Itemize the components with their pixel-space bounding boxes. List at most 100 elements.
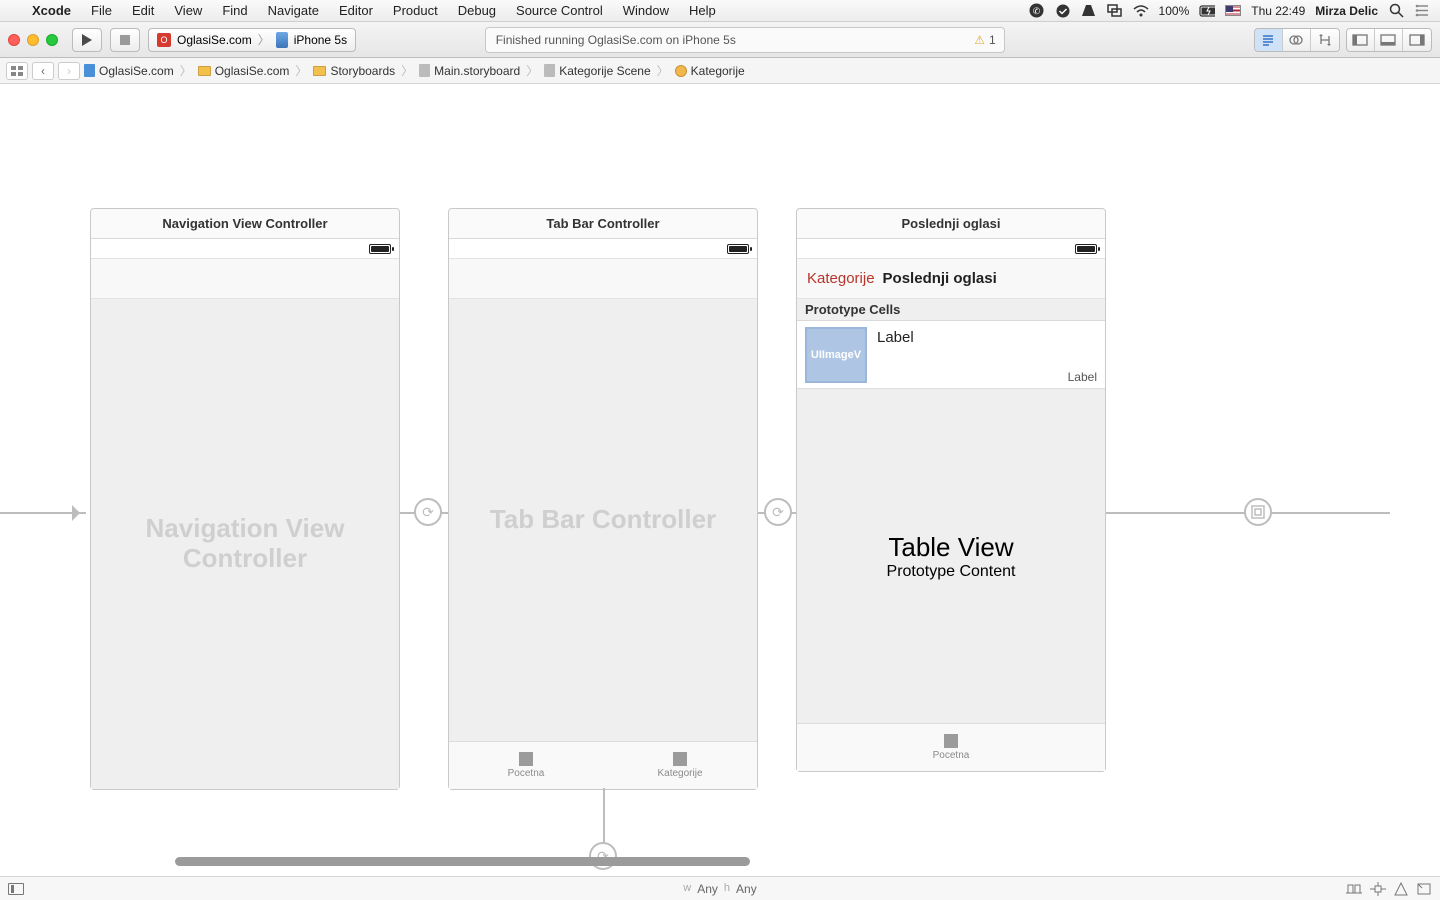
scene-body: Navigation View Controller <box>91 299 399 789</box>
toggle-navigator-icon[interactable] <box>1347 29 1375 51</box>
menu-product[interactable]: Product <box>383 3 448 18</box>
segue-embed-icon[interactable] <box>1244 498 1272 526</box>
breadcrumb-project[interactable]: OglasiSe.com <box>84 64 174 78</box>
panel-toggle-segmented[interactable] <box>1346 28 1432 52</box>
tab-icon <box>944 734 958 748</box>
menu-navigate[interactable]: Navigate <box>258 3 329 18</box>
scene-statusbar <box>449 239 757 259</box>
menu-editor[interactable]: Editor <box>329 3 383 18</box>
minimize-button[interactable] <box>27 34 39 46</box>
jump-bar: ‹ › OglasiSe.com〉 OglasiSe.com〉 Storyboa… <box>0 58 1440 84</box>
battery-icon[interactable] <box>1199 3 1215 19</box>
segue-icon[interactable]: ⟳ <box>414 498 442 526</box>
resizing-button[interactable] <box>1416 882 1432 896</box>
menu-find[interactable]: Find <box>212 3 257 18</box>
scene-body: Tab Bar Controller <box>449 299 757 741</box>
nav-back-button[interactable]: Kategorije <box>807 270 875 287</box>
menu-view[interactable]: View <box>164 3 212 18</box>
breadcrumb-object[interactable]: Kategorije <box>675 64 745 78</box>
close-button[interactable] <box>8 34 20 46</box>
menu-debug[interactable]: Debug <box>448 3 506 18</box>
version-editor-icon[interactable] <box>1311 29 1339 51</box>
tab-item-pocetna[interactable]: Pocetna <box>797 724 1105 771</box>
stop-button[interactable] <box>110 28 140 52</box>
pin-button[interactable] <box>1370 882 1386 896</box>
back-button[interactable]: ‹ <box>32 62 54 80</box>
tab-item-pocetna[interactable]: Pocetna <box>449 742 603 789</box>
horizontal-scrollbar[interactable] <box>175 857 750 866</box>
scene-poslednji-oglasi[interactable]: Poslednji oglasi Kategorije Poslednji og… <box>796 208 1106 772</box>
scene-navigation-controller[interactable]: Navigation View Controller Navigation Vi… <box>90 208 400 790</box>
breadcrumb-file[interactable]: Main.storyboard <box>419 64 520 78</box>
menu-file[interactable]: File <box>81 3 122 18</box>
size-class-w: Any <box>697 882 718 896</box>
size-class-control[interactable]: wAny hAny <box>683 882 756 896</box>
placeholder-text: Table View <box>888 532 1013 563</box>
app-name[interactable]: Xcode <box>22 3 81 18</box>
wifi-icon[interactable] <box>1133 3 1149 19</box>
breadcrumb-scene[interactable]: Kategorije Scene <box>544 64 650 78</box>
menu-help[interactable]: Help <box>679 3 726 18</box>
toggle-debug-icon[interactable] <box>1375 29 1403 51</box>
battery-percent: 100% <box>1159 4 1190 18</box>
issues-indicator[interactable]: ⚠1 <box>974 33 995 47</box>
related-items-button[interactable] <box>6 62 28 80</box>
project-icon <box>84 64 95 77</box>
storyboard-canvas[interactable]: Navigation View Controller Navigation Vi… <box>0 84 1440 876</box>
menu-window[interactable]: Window <box>613 3 679 18</box>
status-icon[interactable] <box>1055 3 1071 19</box>
macos-menubar: Xcode File Edit View Find Navigate Edito… <box>0 0 1440 22</box>
segue-icon[interactable]: ⟳ <box>764 498 792 526</box>
tab-icon <box>519 752 533 766</box>
viewcontroller-icon <box>675 65 687 77</box>
cell-title-label[interactable]: Label <box>877 329 914 346</box>
uiimageview-placeholder[interactable]: UIImageV <box>805 327 867 383</box>
document-outline-toggle[interactable] <box>8 883 24 895</box>
scene-tab-bar-controller[interactable]: Tab Bar Controller Tab Bar Controller Po… <box>448 208 758 790</box>
spotlight-icon[interactable] <box>1388 3 1404 19</box>
menu-source-control[interactable]: Source Control <box>506 3 613 18</box>
tab-icon <box>673 752 687 766</box>
flag-icon[interactable] <box>1225 5 1241 16</box>
scene-icon <box>544 64 555 77</box>
toggle-utilities-icon[interactable] <box>1403 29 1431 51</box>
resolve-issues-button[interactable] <box>1394 882 1408 896</box>
align-button[interactable] <box>1346 882 1362 896</box>
forward-button[interactable]: › <box>58 62 80 80</box>
storyboard-entry-arrow[interactable] <box>0 512 86 514</box>
tab-item-kategorije[interactable]: Kategorije <box>603 742 757 789</box>
xcode-toolbar: O OglasiSe.com 〉 iPhone 5s Finished runn… <box>0 22 1440 58</box>
scene-statusbar <box>91 239 399 259</box>
scene-tabbar: Pocetna Kategorije <box>449 741 757 789</box>
scene-navbar <box>449 259 757 299</box>
prototype-cell[interactable]: UIImageV Label Label <box>797 321 1105 389</box>
menu-edit[interactable]: Edit <box>122 3 164 18</box>
scene-title: Tab Bar Controller <box>449 209 757 239</box>
tab-label: Kategorije <box>657 768 702 779</box>
scheme-selector[interactable]: O OglasiSe.com 〉 iPhone 5s <box>148 28 356 52</box>
clock[interactable]: Thu 22:49 <box>1251 4 1305 18</box>
viber-icon[interactable]: ✆ <box>1029 3 1045 19</box>
editor-mode-segmented[interactable] <box>1254 28 1340 52</box>
breadcrumb-storyboards[interactable]: Storyboards <box>313 64 395 78</box>
size-class-h: Any <box>736 882 757 896</box>
scheme-device: iPhone 5s <box>294 33 347 47</box>
nav-title: Poslednji oglasi <box>883 270 997 287</box>
user-name[interactable]: Mirza Delic <box>1315 4 1378 18</box>
assistant-editor-icon[interactable] <box>1283 29 1311 51</box>
zoom-button[interactable] <box>46 34 58 46</box>
folder-icon <box>198 66 211 76</box>
notification-center-icon[interactable] <box>1414 3 1430 19</box>
prototype-cells-header: Prototype Cells <box>797 299 1105 321</box>
folder-icon <box>313 66 326 76</box>
scene-navbar <box>91 259 399 299</box>
cell-detail-label[interactable]: Label <box>1068 370 1097 384</box>
standard-editor-icon[interactable] <box>1255 29 1283 51</box>
displays-icon[interactable] <box>1107 3 1123 19</box>
run-button[interactable] <box>72 28 102 52</box>
breadcrumb-group[interactable]: OglasiSe.com <box>198 64 290 78</box>
app-icon: O <box>157 33 171 47</box>
placeholder-subtext: Prototype Content <box>887 563 1016 581</box>
svg-text:✆: ✆ <box>1033 6 1041 16</box>
drive-icon[interactable] <box>1081 3 1097 19</box>
